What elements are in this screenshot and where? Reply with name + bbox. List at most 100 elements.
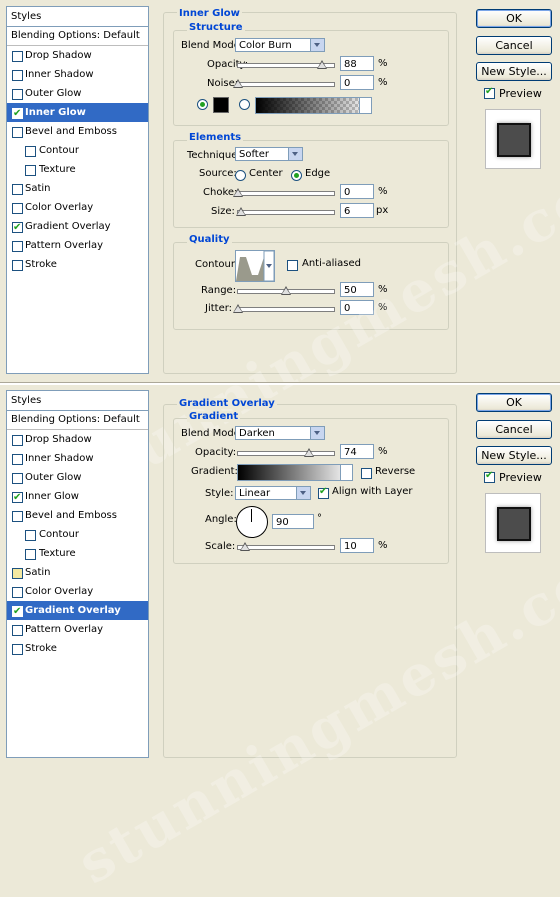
gradient-radio[interactable] — [239, 99, 250, 110]
checkbox[interactable] — [12, 644, 23, 655]
checkbox[interactable] — [12, 625, 23, 636]
slider-thumb[interactable] — [304, 448, 315, 457]
contour-picker[interactable] — [235, 250, 275, 282]
checkbox[interactable] — [12, 587, 23, 598]
range-slider[interactable] — [237, 286, 335, 295]
style-item-contour[interactable]: Contour — [7, 141, 148, 160]
blending-options-item[interactable]: Blending Options: Default — [7, 27, 148, 46]
opacity-slider[interactable] — [237, 60, 335, 69]
checkbox[interactable] — [12, 51, 23, 62]
styles-header[interactable]: Styles — [7, 7, 148, 27]
style-item-gradient-overlay[interactable]: Gradient Overlay — [7, 217, 148, 237]
slider-thumb[interactable] — [233, 304, 243, 313]
new-style-button[interactable]: New Style... — [476, 446, 552, 465]
checkbox[interactable] — [12, 184, 23, 195]
style-item-bevel-emboss[interactable]: Bevel and Emboss — [7, 506, 148, 525]
slider-thumb[interactable] — [233, 79, 243, 88]
style-item-pattern-overlay[interactable]: Pattern Overlay — [7, 620, 148, 639]
checkbox[interactable] — [12, 203, 23, 214]
preview-checkbox[interactable] — [484, 470, 495, 483]
opacity-input[interactable]: 74 — [340, 444, 374, 459]
checkbox[interactable] — [12, 568, 23, 579]
ok-button[interactable]: OK — [476, 393, 552, 412]
chevron-down-icon[interactable] — [359, 98, 371, 113]
checkbox[interactable] — [12, 511, 23, 522]
checkbox[interactable] — [25, 530, 36, 541]
angle-input[interactable]: 90 — [272, 514, 314, 529]
color-swatch[interactable] — [213, 97, 229, 113]
cancel-button[interactable]: Cancel — [476, 420, 552, 439]
cancel-button[interactable]: Cancel — [476, 36, 552, 55]
blend-mode-select[interactable]: Color Burn — [235, 38, 325, 52]
checkbox[interactable] — [12, 454, 23, 465]
style-item-color-overlay[interactable]: Color Overlay — [7, 198, 148, 217]
technique-select[interactable]: Softer — [235, 147, 303, 161]
style-item-satin[interactable]: Satin — [7, 563, 148, 582]
checkbox[interactable] — [12, 70, 23, 81]
style-item-inner-shadow[interactable]: Inner Shadow — [7, 449, 148, 468]
opacity-slider[interactable] — [237, 448, 335, 457]
slider-thumb[interactable] — [317, 60, 328, 69]
style-item-outer-glow[interactable]: Outer Glow — [7, 84, 148, 103]
source-center-radio[interactable] — [235, 170, 246, 181]
ok-button[interactable]: OK — [476, 9, 552, 28]
checkbox[interactable] — [12, 488, 23, 507]
style-item-pattern-overlay[interactable]: Pattern Overlay — [7, 236, 148, 255]
blend-mode-select[interactable]: Darken — [235, 426, 325, 440]
style-item-stroke[interactable]: Stroke — [7, 639, 148, 658]
style-item-drop-shadow[interactable]: Drop Shadow — [7, 46, 148, 65]
size-input[interactable]: 6 — [340, 203, 374, 218]
checkbox[interactable] — [25, 165, 36, 176]
range-input[interactable]: 50 — [340, 282, 374, 297]
style-item-color-overlay[interactable]: Color Overlay — [7, 582, 148, 601]
style-item-bevel-emboss[interactable]: Bevel and Emboss — [7, 122, 148, 141]
angle-dial[interactable] — [236, 506, 268, 538]
style-item-outer-glow[interactable]: Outer Glow — [7, 468, 148, 487]
choke-slider[interactable] — [233, 188, 335, 197]
reverse-checkbox[interactable] — [361, 468, 372, 479]
style-item-contour[interactable]: Contour — [7, 525, 148, 544]
checkbox[interactable] — [12, 218, 23, 237]
slider-thumb[interactable] — [235, 207, 246, 216]
style-item-gradient-overlay[interactable]: Gradient Overlay — [7, 601, 148, 621]
style-item-texture[interactable]: Texture — [7, 544, 148, 563]
checkbox[interactable] — [12, 602, 23, 621]
style-item-inner-shadow[interactable]: Inner Shadow — [7, 65, 148, 84]
style-item-stroke[interactable]: Stroke — [7, 255, 148, 274]
chevron-down-icon[interactable] — [340, 465, 352, 480]
checkbox[interactable] — [12, 260, 23, 271]
checkbox[interactable] — [12, 473, 23, 484]
checkbox[interactable] — [12, 127, 23, 138]
slider-thumb[interactable] — [233, 188, 243, 197]
style-select[interactable]: Linear — [235, 486, 311, 500]
align-with-layer-checkbox[interactable] — [318, 486, 329, 499]
gradient-swatch[interactable] — [255, 97, 372, 114]
color-radio[interactable] — [197, 99, 208, 110]
scale-input[interactable]: 10 — [340, 538, 374, 553]
style-item-texture[interactable]: Texture — [7, 160, 148, 179]
new-style-button[interactable]: New Style... — [476, 62, 552, 81]
jitter-slider[interactable] — [233, 304, 335, 313]
checkbox[interactable] — [12, 89, 23, 100]
slider-thumb[interactable] — [239, 542, 250, 551]
style-item-drop-shadow[interactable]: Drop Shadow — [7, 430, 148, 449]
gradient-picker[interactable] — [237, 464, 353, 481]
scale-slider[interactable] — [237, 542, 335, 551]
checkbox[interactable] — [12, 241, 23, 252]
checkbox[interactable] — [12, 104, 23, 123]
noise-input[interactable]: 0 — [340, 75, 374, 90]
blending-options-item[interactable]: Blending Options: Default — [7, 411, 148, 430]
choke-input[interactable]: 0 — [340, 184, 374, 199]
checkbox[interactable] — [12, 435, 23, 446]
size-slider[interactable] — [235, 207, 335, 216]
styles-header[interactable]: Styles — [7, 391, 148, 411]
source-edge-radio[interactable] — [291, 170, 302, 181]
noise-slider[interactable] — [233, 79, 335, 88]
anti-aliased-checkbox[interactable] — [287, 260, 298, 271]
preview-checkbox[interactable] — [484, 86, 495, 99]
style-item-inner-glow[interactable]: Inner Glow — [7, 487, 148, 507]
jitter-input[interactable]: 0 — [340, 300, 374, 315]
style-item-inner-glow[interactable]: Inner Glow — [7, 103, 148, 123]
slider-thumb[interactable] — [281, 286, 291, 295]
opacity-input[interactable]: 88 — [340, 56, 374, 71]
